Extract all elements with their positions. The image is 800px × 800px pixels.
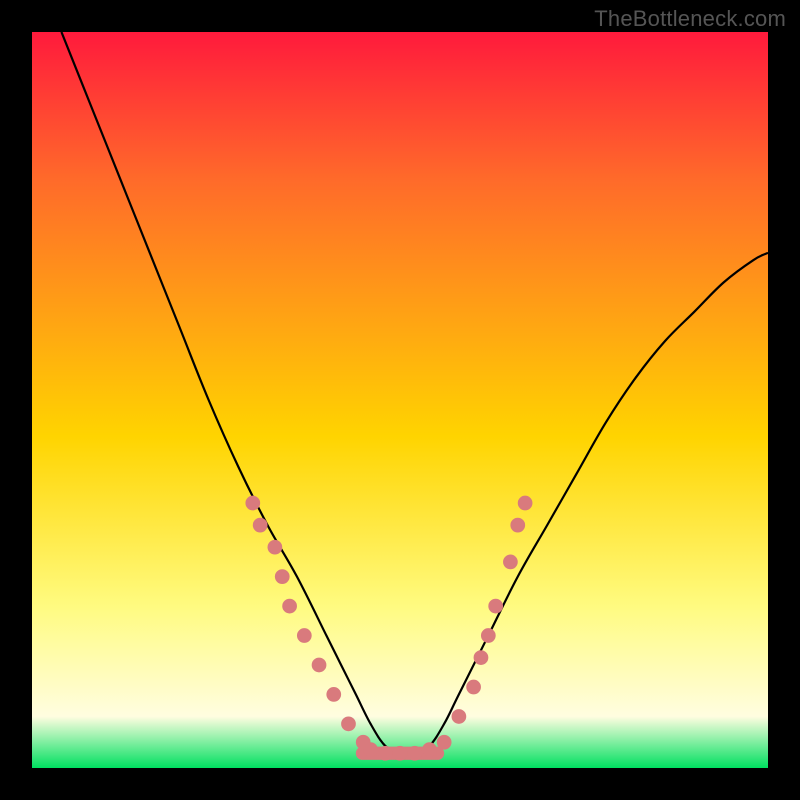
data-dot <box>437 735 452 750</box>
data-dot <box>488 599 503 614</box>
data-dot <box>378 746 393 761</box>
watermark-text: TheBottleneck.com <box>594 6 786 32</box>
data-dot <box>393 746 408 761</box>
data-dot <box>268 540 283 555</box>
data-dot <box>275 569 290 584</box>
data-dot <box>282 599 297 614</box>
gradient-background <box>32 32 768 768</box>
data-dot <box>253 518 268 533</box>
data-dot <box>474 650 489 665</box>
data-dot <box>503 555 518 570</box>
data-dot <box>452 709 467 724</box>
chart-frame: TheBottleneck.com <box>0 0 800 800</box>
data-dot <box>363 742 378 757</box>
data-dot <box>312 658 327 673</box>
data-dot <box>466 680 481 695</box>
chart-svg <box>32 32 768 768</box>
data-dot <box>518 496 533 511</box>
data-dot <box>341 716 356 731</box>
data-dot <box>407 746 422 761</box>
data-dot <box>326 687 341 702</box>
plot-area <box>32 32 768 768</box>
data-dot <box>422 742 437 757</box>
data-dot <box>481 628 496 643</box>
data-dot <box>297 628 312 643</box>
data-dot <box>245 496 260 511</box>
data-dot <box>510 518 525 533</box>
